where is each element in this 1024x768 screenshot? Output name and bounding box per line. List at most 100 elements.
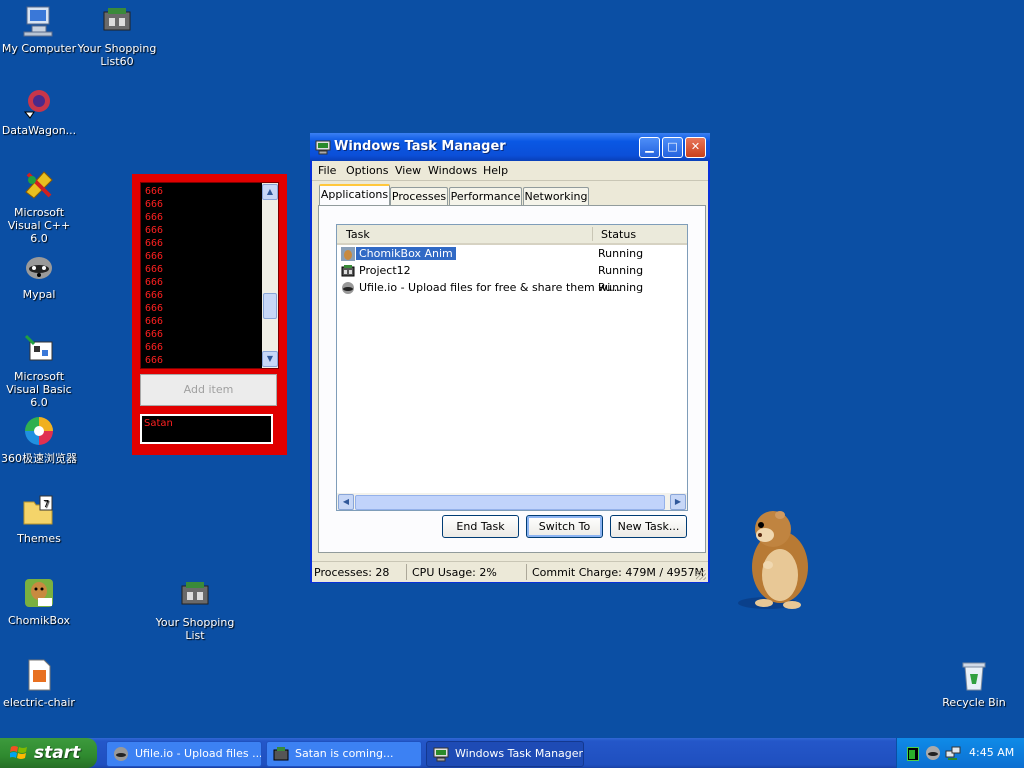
maximize-icon: □: [667, 140, 678, 153]
scroll-right-arrow-icon[interactable]: ▶: [670, 494, 686, 510]
task-manager-app-icon: [315, 139, 331, 155]
list-item[interactable]: 666: [145, 224, 163, 237]
desktop-icon-label: Microsoft Visual C++ 6.0: [7, 206, 71, 245]
start-button[interactable]: start: [0, 738, 97, 768]
mypal-icon: [22, 250, 56, 284]
chomikbox-anim-icon: [341, 247, 355, 261]
desktop-icon-label: Your Shopping List: [155, 616, 235, 642]
desktop-icon-label: Your Shopping List60: [77, 42, 157, 68]
taskbar-button-ufile[interactable]: Ufile.io - Upload files ...: [106, 741, 262, 767]
project-app-icon: [273, 746, 289, 762]
close-button[interactable]: ✕: [685, 137, 706, 158]
list-item[interactable]: 666: [145, 250, 163, 263]
new-task-button[interactable]: New Task...: [610, 515, 687, 538]
list-item[interactable]: 666: [145, 185, 163, 198]
taskbar-button-label: Ufile.io - Upload files ...: [135, 747, 262, 760]
desktop-icon-label: DataWagon...: [1, 124, 77, 137]
list-item[interactable]: 666: [145, 263, 163, 276]
desktop-icon-electric-chair[interactable]: electric-chair: [0, 658, 79, 709]
clock[interactable]: 4:45 AM: [969, 746, 1014, 759]
commit-charge: Commit Charge: 479M / 4957M: [532, 566, 705, 579]
item-listbox[interactable]: 666 666 666 666 666 666 666 666 666 666 666 666 666 6…: [140, 182, 279, 369]
tab-networking[interactable]: Networking: [523, 187, 589, 206]
end-task-button[interactable]: End Task: [442, 515, 519, 538]
desktop-icon-360-browser[interactable]: 360极速浏览器: [0, 414, 79, 465]
desktop-icon-label: ChomikBox: [8, 614, 70, 627]
desktop-icon-chomikbox[interactable]: ChomikBox: [0, 576, 79, 627]
minimize-button[interactable]: ▁: [639, 137, 660, 158]
hamster-character[interactable]: [728, 505, 818, 613]
task-row[interactable]: Project12 Running: [341, 263, 681, 279]
desktop-icon-themes[interactable]: 7 Themes: [0, 494, 79, 545]
list-item[interactable]: 666: [145, 289, 163, 302]
list-item[interactable]: 666: [145, 354, 163, 367]
visual-basic-icon: [22, 332, 56, 366]
taskbar-button-task-manager[interactable]: Windows Task Manager: [426, 741, 584, 767]
desktop-icon-label: Mypal: [22, 288, 56, 301]
scroll-left-arrow-icon[interactable]: ◀: [338, 494, 354, 510]
task-list-header: Task Status: [337, 225, 687, 245]
scroll-thumb[interactable]: [263, 293, 277, 319]
scroll-up-arrow-icon[interactable]: ▲: [262, 184, 278, 200]
list-item[interactable]: 666: [145, 341, 163, 354]
network-icon[interactable]: [945, 745, 961, 761]
status-bar: Processes: 28 CPU Usage: 2% Commit Charg…: [312, 561, 708, 582]
scroll-down-arrow-icon[interactable]: ▼: [262, 351, 278, 367]
desktop-icon-visual-cpp[interactable]: Microsoft Visual C++ 6.0: [0, 168, 79, 245]
desktop-icon-shopping-list-60[interactable]: Your Shopping List60: [77, 4, 157, 68]
switch-to-button[interactable]: Switch To: [526, 515, 603, 538]
desktop-icon-label: electric-chair: [3, 696, 75, 709]
file-icon: [22, 658, 56, 692]
task-name: ChomikBox Anim: [356, 247, 456, 260]
menu-help[interactable]: Help: [483, 164, 508, 177]
list-item[interactable]: 666: [145, 328, 163, 341]
horizontal-scrollbar[interactable]: ◀ ▶: [337, 493, 687, 510]
taskbar-button-label: Satan is coming...: [295, 747, 394, 760]
mypal-tray-icon[interactable]: [925, 745, 941, 761]
tab-performance[interactable]: Performance: [449, 187, 522, 206]
menu-options[interactable]: Options: [346, 164, 388, 177]
maximize-button[interactable]: □: [662, 137, 683, 158]
listbox-scrollbar[interactable]: ▲ ▼: [262, 183, 278, 368]
list-item[interactable]: 666: [145, 302, 163, 315]
title-bar[interactable]: Windows Task Manager ▁ □ ✕: [310, 133, 710, 161]
task-manager-window: Windows Task Manager ▁ □ ✕ File Options …: [310, 133, 710, 583]
desktop-icon-visual-basic[interactable]: Microsoft Visual Basic 6.0: [0, 332, 79, 409]
add-item-button[interactable]: Add item: [140, 374, 277, 406]
item-input[interactable]: Satan: [140, 414, 273, 444]
desktop-icon-recycle-bin[interactable]: Recycle Bin: [934, 658, 1014, 709]
list-item[interactable]: 666: [145, 315, 163, 328]
list-item[interactable]: 666: [145, 211, 163, 224]
menu-windows[interactable]: Windows: [428, 164, 477, 177]
folder-icon: 7: [22, 494, 56, 528]
menu-file[interactable]: File: [318, 164, 336, 177]
cpu-usage: CPU Usage: 2%: [412, 566, 497, 579]
windows-logo-icon: [9, 745, 28, 761]
list-item[interactable]: 666: [145, 276, 163, 289]
cpu-meter-icon[interactable]: [907, 747, 919, 761]
column-header-status[interactable]: Status: [601, 228, 636, 241]
desktop-icon-datawagon[interactable]: DataWagon...: [0, 86, 79, 137]
task-manager-app-icon: [433, 746, 449, 762]
task-status: Running: [598, 281, 644, 294]
resize-grip-icon[interactable]: [696, 570, 706, 580]
desktop-icon-label: Recycle Bin: [942, 696, 1006, 709]
desktop-icon-my-computer[interactable]: My Computer: [0, 4, 79, 55]
list-item[interactable]: 666: [145, 198, 163, 211]
desktop-icon-label: 360极速浏览器: [1, 452, 77, 465]
scroll-thumb[interactable]: [355, 495, 665, 510]
task-row[interactable]: ChomikBox Anim Running: [341, 246, 681, 262]
red-app-window: 666 666 666 666 666 666 666 666 666 666 666 666 666 6…: [132, 174, 287, 455]
column-header-task[interactable]: Task: [346, 228, 370, 241]
tab-processes[interactable]: Processes: [390, 187, 448, 206]
chomikbox-icon: [22, 576, 56, 610]
list-item[interactable]: 666: [145, 237, 163, 250]
desktop-icon-shopping-list[interactable]: Your Shopping List: [155, 578, 235, 642]
taskbar-button-satan[interactable]: Satan is coming...: [266, 741, 422, 767]
computer-icon: [22, 4, 56, 38]
task-row[interactable]: Ufile.io - Upload files for free & share…: [341, 280, 681, 296]
menu-view[interactable]: View: [395, 164, 421, 177]
desktop-icon-mypal[interactable]: Mypal: [0, 250, 79, 301]
task-list[interactable]: Task Status ChomikBox Anim Running Proje…: [336, 224, 688, 511]
svg-text:7: 7: [43, 499, 49, 510]
